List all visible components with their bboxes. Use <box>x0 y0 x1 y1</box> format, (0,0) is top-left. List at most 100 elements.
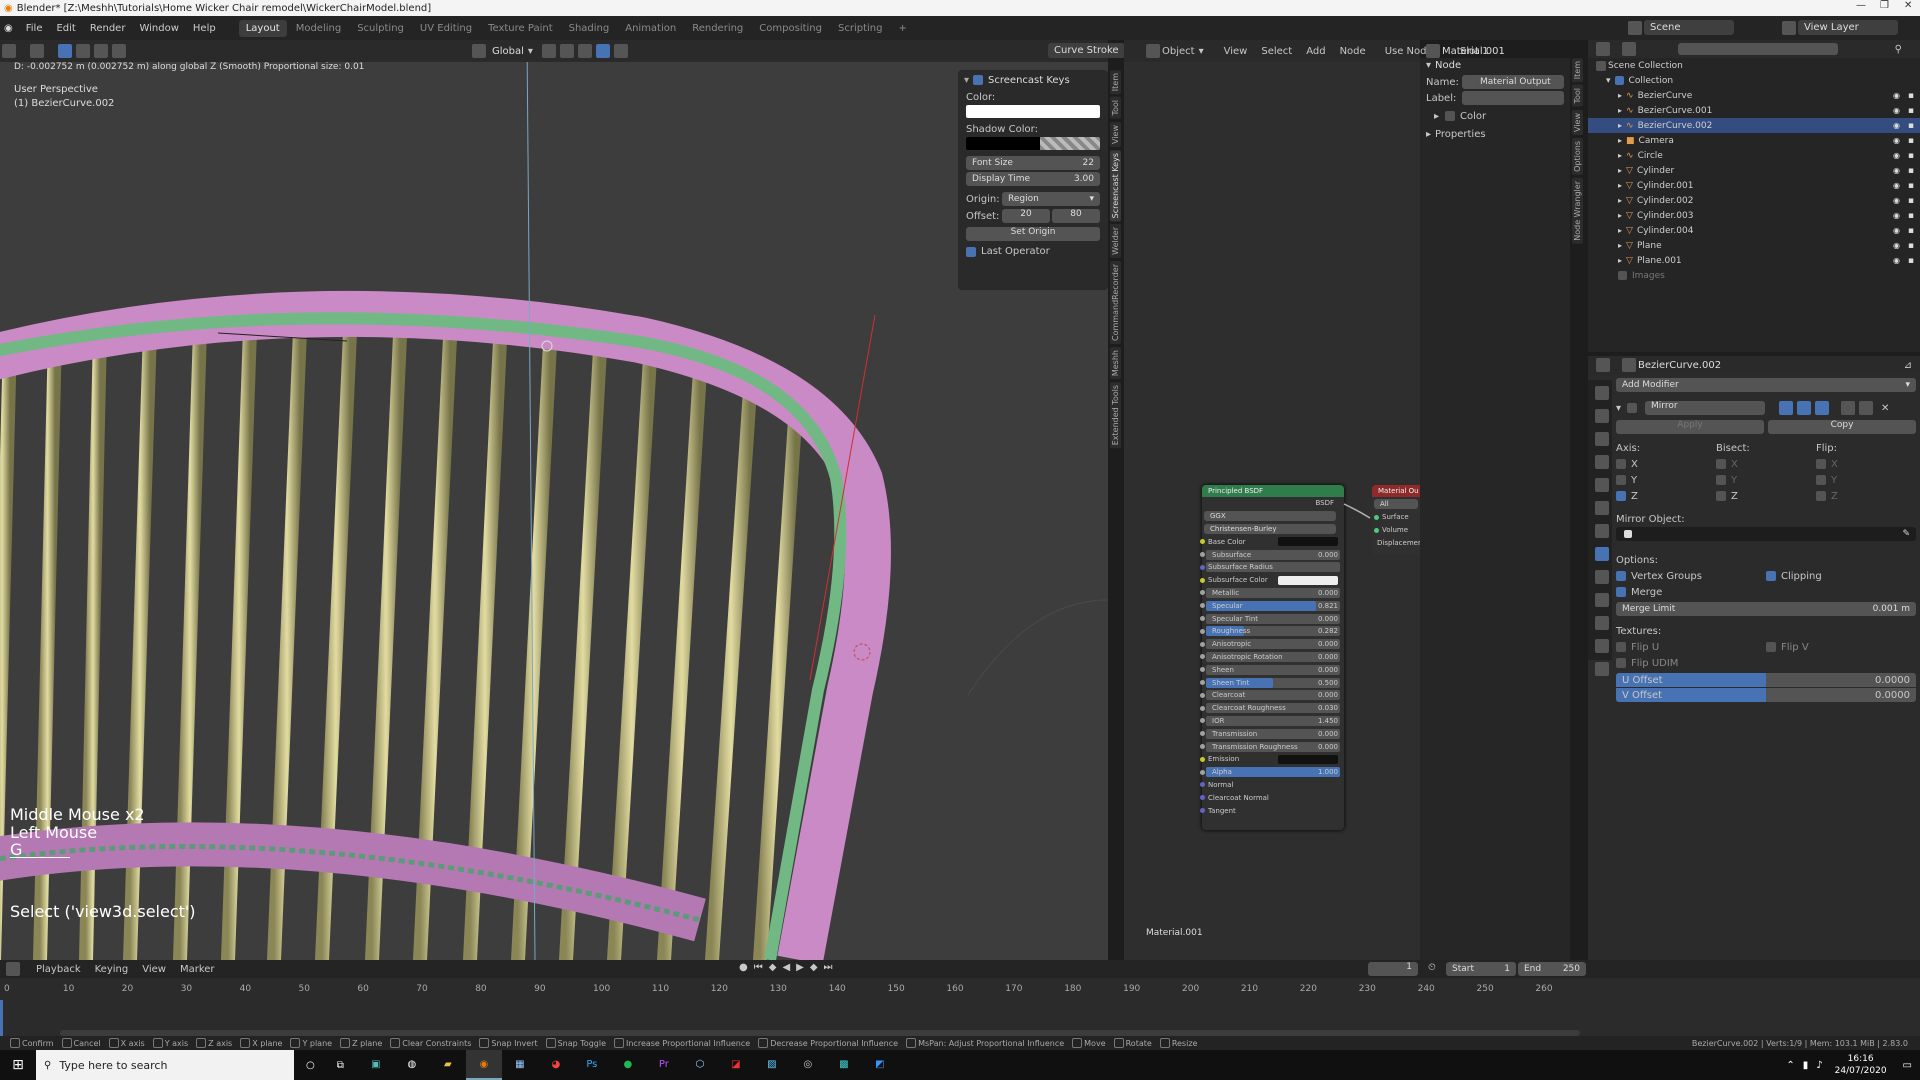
color-swatch[interactable] <box>1278 754 1338 764</box>
visibility-eye-icon[interactable]: ◉ <box>1893 196 1900 205</box>
merge-limit-field[interactable]: Merge Limit 0.001 m <box>1616 602 1916 616</box>
bsdf-input-row[interactable]: Sheen Tint 0.500 <box>1200 676 1344 689</box>
constraints-tab-icon[interactable] <box>1595 616 1609 630</box>
blender-menu-icon[interactable]: ◉ <box>4 23 13 34</box>
material-tab-icon[interactable] <box>1595 662 1609 676</box>
photos-icon[interactable]: ▨ <box>754 1050 790 1080</box>
menu-file[interactable]: File <box>19 23 50 34</box>
falloff-icon[interactable] <box>614 44 628 58</box>
mirror-object-field[interactable]: ✎ <box>1616 527 1916 541</box>
preview-range-icon[interactable]: ⏲ <box>1428 962 1436 973</box>
distribution-dropdown[interactable]: GGX <box>1204 511 1336 522</box>
taskbar-search-box[interactable]: ⚲ Type here to search <box>36 1050 294 1080</box>
tab-texture-paint[interactable]: Texture Paint <box>481 20 560 37</box>
menu-window[interactable]: Window <box>132 23 185 34</box>
input-socket-icon[interactable] <box>1200 769 1205 775</box>
scene-name[interactable]: Scene <box>1644 20 1734 35</box>
menu-edit[interactable]: Edit <box>49 23 82 34</box>
display-mode-icon[interactable] <box>1622 42 1636 56</box>
visibility-eye-icon[interactable]: ◉ <box>1893 241 1900 250</box>
input-socket-icon[interactable] <box>1200 667 1205 673</box>
tray-chevron-icon[interactable]: ⌃ <box>1786 1060 1794 1071</box>
app-icon-4[interactable]: ◎ <box>790 1050 826 1080</box>
ne-menu-node[interactable]: Node <box>1340 46 1366 57</box>
input-socket-icon[interactable] <box>1200 705 1205 711</box>
next-keyframe-icon[interactable]: ◆ <box>810 962 818 973</box>
app-icon-3[interactable]: ⬡ <box>682 1050 718 1080</box>
bsdf-input-row[interactable]: Clearcoat 0.000 <box>1200 689 1344 702</box>
remove-modifier-icon[interactable]: ✕ <box>1881 403 1889 414</box>
visibility-eye-icon[interactable]: ◉ <box>1893 136 1900 145</box>
snap-icon[interactable] <box>560 44 574 58</box>
flip-u-checkbox[interactable] <box>1616 641 1626 652</box>
show-in-editmode-icon[interactable] <box>1779 401 1794 415</box>
flip-y-checkbox[interactable] <box>1816 474 1826 485</box>
jump-end-icon[interactable]: ⏭ <box>824 962 833 973</box>
tl-menu-marker[interactable]: Marker <box>180 964 215 975</box>
tab-compositing[interactable]: Compositing <box>752 20 829 37</box>
file-explorer-icon[interactable]: ▰ <box>430 1050 466 1080</box>
snap-proportional-group[interactable] <box>540 44 630 58</box>
ne-vtab-node-wrangler[interactable]: Node Wrangler <box>1572 177 1583 244</box>
proportional-edit-icon[interactable] <box>596 44 610 58</box>
outliner-item[interactable]: ▸ ▽ Plane ◉ ▪ <box>1588 238 1920 253</box>
bsdf-input-row[interactable]: Alpha 1.000 <box>1200 766 1344 779</box>
render-visibility-icon[interactable]: ▪ <box>1908 121 1914 131</box>
notifications-icon[interactable]: ▭ <box>1903 1060 1912 1071</box>
windows-start-icon[interactable]: ⊞ <box>0 1057 36 1073</box>
merge-checkbox[interactable] <box>1616 587 1626 597</box>
volume-icon[interactable]: ♪ <box>1816 1060 1822 1071</box>
play-reverse-icon[interactable]: ◀ <box>782 962 790 973</box>
bsdf-input-row[interactable]: Subsurface Radius <box>1200 561 1344 574</box>
tab-rendering[interactable]: Rendering <box>685 20 750 37</box>
app-icon-1[interactable]: ▣ <box>358 1050 394 1080</box>
render-visibility-icon[interactable]: ▪ <box>1908 241 1914 251</box>
screencast-enable-checkbox[interactable] <box>973 75 984 85</box>
vertex-groups-checkbox[interactable] <box>1616 570 1626 581</box>
input-socket-icon[interactable] <box>1200 654 1205 660</box>
input-socket-icon[interactable] <box>1200 552 1205 558</box>
images-checkbox[interactable] <box>1618 271 1627 280</box>
flip-v-checkbox[interactable] <box>1766 641 1776 652</box>
node-name-field[interactable]: Material Output <box>1462 75 1564 89</box>
subsurface-method-dropdown[interactable]: Christensen-Burley <box>1204 523 1336 534</box>
tab-scripting[interactable]: Scripting <box>831 20 889 37</box>
maximize-icon[interactable]: ❐ <box>1880 0 1889 11</box>
flip-x-checkbox[interactable] <box>1816 458 1826 469</box>
move-down-icon[interactable] <box>1859 401 1874 415</box>
tab-sculpting[interactable]: Sculpting <box>350 20 411 37</box>
bisect-x-checkbox[interactable] <box>1716 458 1726 469</box>
bsdf-input-row[interactable]: Subsurface Color <box>1200 574 1344 587</box>
jump-start-icon[interactable]: ⏮ <box>754 962 763 973</box>
visibility-eye-icon[interactable]: ◉ <box>1893 151 1900 160</box>
images-label[interactable]: Images <box>1632 271 1665 281</box>
outliner-item[interactable]: ▸ ▽ Cylinder.004 ◉ ▪ <box>1588 223 1920 238</box>
bsdf-node-header[interactable]: Principled BSDF <box>1202 485 1344 497</box>
bsdf-input-row[interactable]: Roughness 0.282 <box>1200 625 1344 638</box>
volume-socket-icon[interactable] <box>1374 527 1379 533</box>
apply-button[interactable]: Apply <box>1616 420 1764 434</box>
object-shader-dropdown[interactable]: Object ▾ <box>1144 44 1204 58</box>
flip-udim-checkbox[interactable] <box>1616 658 1626 668</box>
current-frame-field[interactable]: 1 <box>1368 962 1418 976</box>
render-visibility-icon[interactable]: ▪ <box>1908 136 1914 146</box>
bsdf-input-row[interactable]: Anisotropic 0.000 <box>1200 638 1344 651</box>
surface-socket-icon[interactable] <box>1374 514 1379 520</box>
visibility-eye-icon[interactable]: ◉ <box>1893 226 1900 235</box>
axis-y-checkbox[interactable] <box>1616 474 1626 485</box>
cortana-icon[interactable]: ○ <box>306 1060 315 1071</box>
data-tab-icon[interactable] <box>1595 639 1609 653</box>
playhead[interactable] <box>0 1000 3 1040</box>
pin-icon[interactable]: ⊿ <box>1904 360 1912 371</box>
input-socket-icon[interactable] <box>1200 692 1205 698</box>
select-mode-subtract-icon[interactable] <box>94 44 108 58</box>
outliner-item[interactable]: ▸ ∿ BezierCurve ◉ ▪ <box>1588 88 1920 103</box>
add-workspace-button[interactable]: + <box>891 20 913 37</box>
input-socket-icon[interactable] <box>1200 731 1205 737</box>
taskbar-clock[interactable]: 16:16 24/07/2020 <box>1835 1053 1887 1077</box>
input-socket-icon[interactable] <box>1200 539 1205 545</box>
eyedropper-icon[interactable]: ✎ <box>1902 529 1910 539</box>
tl-menu-playback[interactable]: Playback <box>36 964 81 975</box>
network-icon[interactable]: ▮ <box>1803 1060 1809 1071</box>
render-visibility-icon[interactable]: ▪ <box>1908 166 1914 176</box>
